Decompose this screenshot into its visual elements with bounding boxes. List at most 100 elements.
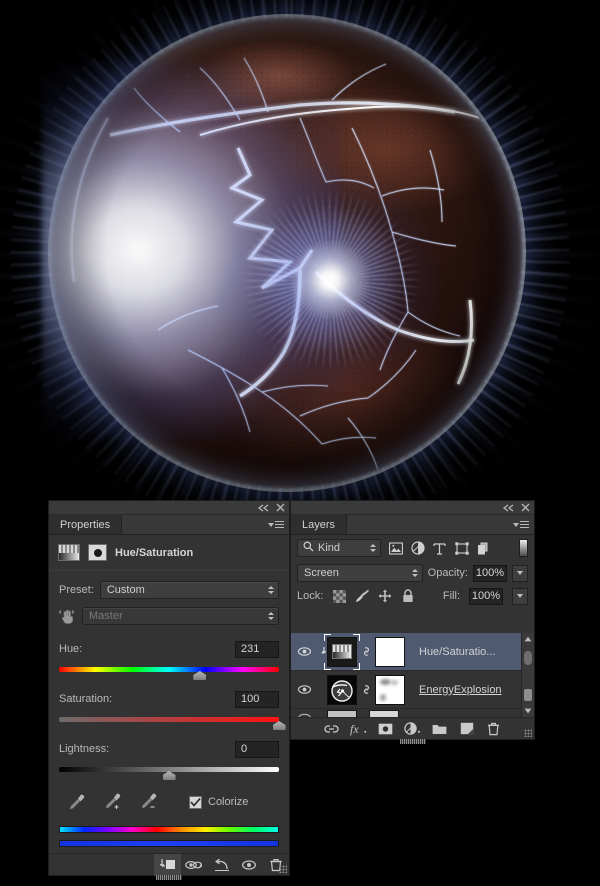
layer-style-button[interactable]: fx: [350, 721, 367, 736]
new-layer-button[interactable]: [459, 721, 474, 736]
filter-enable-toggle[interactable]: [519, 539, 528, 557]
chevron-down-icon: [517, 571, 523, 575]
scrollbar-thumb-lower[interactable]: [524, 689, 532, 701]
adjustment-filter-icon[interactable]: [410, 541, 425, 556]
opacity-dropdown-button[interactable]: [512, 564, 528, 582]
colorize-checkbox-wrap[interactable]: Colorize: [189, 795, 248, 809]
hue-slider-track[interactable]: [59, 664, 279, 680]
layers-panel[interactable]: Layers Kind Screen Opacity: 100% Lock: F…: [290, 500, 535, 744]
divider: [49, 570, 289, 571]
saturation-value-input[interactable]: 100: [235, 690, 279, 708]
table-row-partial[interactable]: [291, 709, 534, 717]
blend-mode-select[interactable]: Screen: [297, 564, 423, 582]
resize-grip[interactable]: [279, 865, 287, 873]
tab-properties[interactable]: Properties: [49, 515, 123, 534]
layer-name[interactable]: EnergyExplosion: [419, 684, 502, 696]
hue-slider-head: Hue: 231: [59, 639, 279, 659]
layer-name[interactable]: Hue/Saturatio...: [419, 646, 495, 658]
opacity-label: Opacity:: [427, 567, 468, 579]
chevron-updown-icon: [370, 544, 376, 552]
layer-list[interactable]: Hue/Saturatio... EnergyExplosion: [291, 633, 534, 717]
properties-body: Hue/Saturation Preset: Custom Master Hue…: [49, 535, 289, 880]
opacity-input[interactable]: 100%: [473, 564, 507, 582]
shape-filter-icon[interactable]: [454, 541, 469, 556]
lock-image-pixels-icon[interactable]: [355, 589, 369, 603]
preset-select[interactable]: Custom: [99, 581, 279, 599]
layers-tab-row: Layers: [291, 515, 534, 535]
close-icon[interactable]: [521, 503, 530, 512]
scroll-up-arrow-icon[interactable]: [522, 633, 534, 645]
lock-all-icon[interactable]: [401, 589, 415, 603]
photoshop-screenshot: Properties Hue/Saturation Preset: Custom…: [0, 0, 600, 886]
table-row[interactable]: Hue/Saturatio...: [291, 633, 534, 671]
energy-explosion-artwork: [0, 0, 600, 500]
panel-drag-grip[interactable]: [156, 875, 182, 880]
collapse-double-arrow-icon[interactable]: [257, 503, 269, 512]
smart-object-filter-icon[interactable]: [476, 541, 491, 556]
layer-thumbnail[interactable]: [327, 674, 357, 705]
scroll-down-arrow-icon[interactable]: [522, 705, 534, 717]
hue-slider-knob[interactable]: [193, 671, 207, 680]
lightness-slider-knob[interactable]: [162, 771, 176, 780]
layer-visibility-toggle[interactable]: [291, 646, 317, 657]
fill-input[interactable]: 100%: [469, 587, 503, 605]
panel-menu-icon[interactable]: [513, 521, 529, 528]
panel-menu-lines: [275, 521, 284, 528]
lightness-value-input[interactable]: 0: [235, 740, 279, 758]
table-row[interactable]: EnergyExplosion: [291, 671, 534, 709]
link-layers-button[interactable]: [324, 721, 339, 736]
layers-scrollbar[interactable]: [521, 633, 534, 717]
collapse-double-arrow-icon[interactable]: [502, 503, 514, 512]
properties-panel[interactable]: Properties Hue/Saturation Preset: Custom…: [48, 500, 290, 880]
chevron-down-icon: [517, 594, 523, 598]
hue-value-input[interactable]: 231: [235, 640, 279, 658]
tab-layers[interactable]: Layers: [291, 515, 348, 534]
clip-to-layer-button[interactable]: [154, 853, 181, 876]
lightness-slider-head: Lightness: 0: [59, 739, 279, 759]
eyedropper-subtract-icon[interactable]: [139, 792, 159, 812]
add-layer-mask-button[interactable]: [378, 721, 393, 736]
eyedropper-add-icon[interactable]: [103, 792, 123, 812]
delete-layer-button[interactable]: [486, 721, 501, 736]
panel-drag-grip[interactable]: [399, 739, 426, 744]
layer-thumbnail[interactable]: [324, 633, 360, 670]
lock-position-icon[interactable]: [378, 589, 392, 603]
layer-link-icon[interactable]: [360, 645, 372, 658]
layer-mask-thumbnail[interactable]: [375, 636, 405, 667]
fill-dropdown-button[interactable]: [512, 587, 528, 605]
saturation-gradient-bar: [59, 717, 279, 722]
svg-text:fx: fx: [350, 722, 359, 736]
eyedropper-row: Colorize: [49, 778, 289, 812]
blend-mode-row: Screen Opacity: 100%: [291, 561, 534, 585]
new-adjustment-layer-button[interactable]: [404, 721, 421, 736]
saturation-slider-knob[interactable]: [272, 721, 286, 730]
reset-button[interactable]: [208, 854, 235, 876]
pixel-filter-icon[interactable]: [388, 541, 403, 556]
type-filter-icon[interactable]: [432, 541, 447, 556]
lock-transparent-pixels-icon[interactable]: [332, 589, 346, 603]
filter-kind-select[interactable]: Kind: [297, 539, 381, 557]
layer-mask-thumbnail[interactable]: [375, 674, 405, 705]
on-image-adjust-hand-icon[interactable]: [58, 608, 76, 625]
colorize-checkbox[interactable]: [189, 795, 202, 809]
eyedropper-icon[interactable]: [67, 792, 87, 812]
saturation-slider-track[interactable]: [59, 714, 286, 730]
layer-link-icon[interactable]: [360, 683, 372, 696]
toggle-previous-state-button[interactable]: [181, 854, 208, 876]
artwork-canvas[interactable]: [0, 0, 600, 500]
layer-thumbnail[interactable]: [327, 709, 357, 717]
panel-menu-icon[interactable]: [268, 521, 284, 528]
scrollbar-thumb[interactable]: [524, 651, 532, 665]
resize-grip[interactable]: [524, 729, 532, 737]
toggle-visibility-button[interactable]: [235, 854, 262, 876]
lightness-slider-track[interactable]: [59, 764, 279, 780]
mask-blob: [380, 693, 386, 701]
layer-visibility-toggle[interactable]: [291, 684, 317, 695]
channel-select[interactable]: Master: [82, 607, 279, 625]
panel-menu-triangle: [513, 522, 519, 527]
close-icon[interactable]: [276, 503, 285, 512]
new-group-button[interactable]: [432, 721, 447, 736]
layer-mask-icon[interactable]: [88, 544, 107, 561]
lock-label: Lock:: [297, 590, 324, 602]
layer-mask-thumbnail[interactable]: [369, 709, 399, 717]
